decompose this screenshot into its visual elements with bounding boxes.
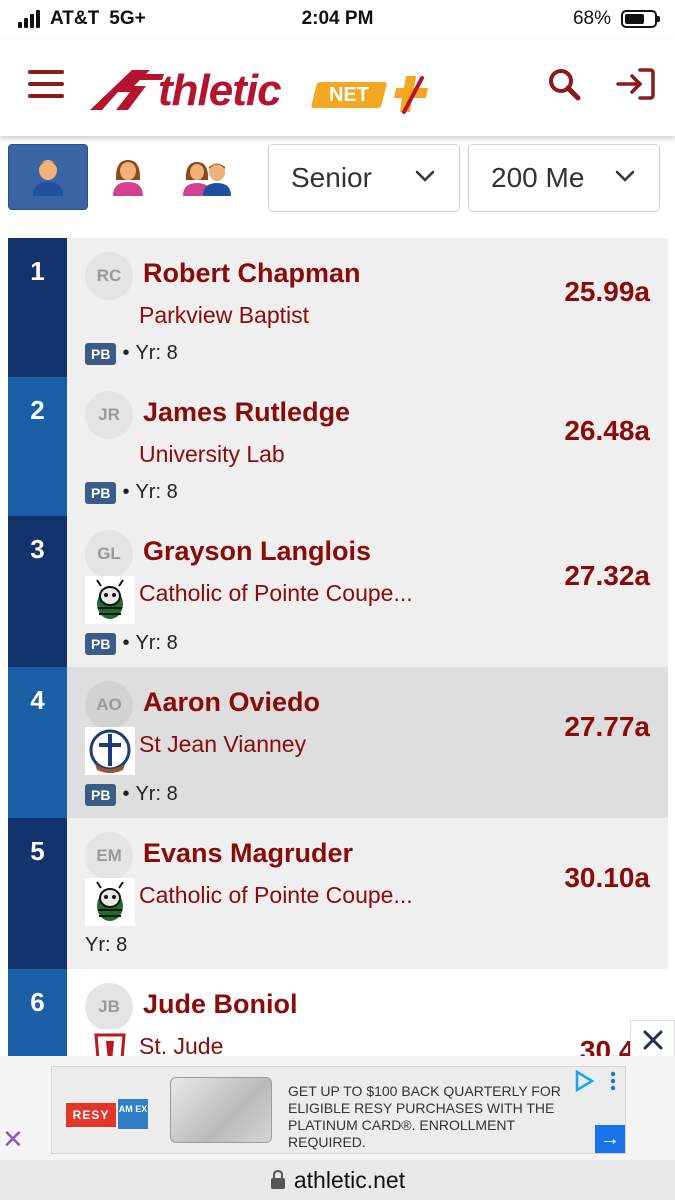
rank-number: 5 xyxy=(8,818,67,969)
grade-select[interactable]: Senior xyxy=(268,144,460,212)
result-row[interactable]: 2 JR James Rutledge University Lab PB • … xyxy=(8,377,668,516)
athlete-name[interactable]: Robert Chapman xyxy=(143,258,361,289)
rank-number: 1 xyxy=(8,238,67,377)
both-genders-icon xyxy=(183,162,231,196)
athlete-name[interactable]: Jude Boniol xyxy=(143,989,298,1020)
school-name[interactable]: Catholic of Pointe Coupe... xyxy=(139,580,413,607)
hamburger-icon[interactable] xyxy=(28,68,64,100)
site-header: thletic NET xyxy=(0,40,675,136)
ad-x-icon: ✕ xyxy=(2,1124,24,1154)
avatar: JR xyxy=(85,391,133,439)
result-row-highlighted[interactable]: 4 AO Aaron Oviedo St Jean Vianney PB • Y… xyxy=(8,667,668,818)
rank-number: 3 xyxy=(8,516,67,667)
athlete-name[interactable]: Grayson Langlois xyxy=(143,536,371,567)
event-select-value: 200 Me xyxy=(491,162,585,193)
ad-close-button[interactable] xyxy=(630,1020,675,1060)
logo-swoosh-icon xyxy=(90,70,164,110)
grade-select-value: Senior xyxy=(291,162,372,193)
rank-number: 2 xyxy=(8,377,67,516)
ad-arrow-icon[interactable]: → xyxy=(595,1125,625,1153)
athletic-net-logo[interactable]: thletic NET xyxy=(88,60,448,118)
avatar: RC xyxy=(85,252,133,300)
hornet-logo xyxy=(85,576,135,624)
result-mark[interactable]: 25.99a xyxy=(564,276,650,308)
female-filter-button[interactable] xyxy=(88,144,168,210)
lock-icon xyxy=(270,1170,285,1189)
grade-year: Yr: 8 xyxy=(135,632,178,654)
status-bar: AT&T 5G+ 2:04 PM 68% xyxy=(0,0,675,40)
avatar: AO xyxy=(85,681,133,729)
logo-plus-icon xyxy=(394,76,428,114)
result-mark[interactable]: 30.10a xyxy=(564,862,650,894)
school-name[interactable]: Parkview Baptist xyxy=(139,302,309,329)
chevron-down-icon xyxy=(615,170,635,182)
male-filter-button[interactable] xyxy=(8,144,88,210)
more-options-icon[interactable] xyxy=(604,1069,622,1093)
shield-logo xyxy=(85,1029,135,1059)
result-row[interactable]: 6 JB Jude Boniol St. Jude 30.44 xyxy=(8,969,668,1059)
athlete-name[interactable]: Aaron Oviedo xyxy=(143,687,320,718)
result-mark[interactable]: 27.32a xyxy=(564,560,650,592)
athlete-name[interactable]: Evans Magruder xyxy=(143,838,353,869)
sign-in-icon[interactable] xyxy=(614,66,656,102)
avatar: GL xyxy=(85,530,133,578)
cross-crest-logo xyxy=(85,727,135,775)
close-icon xyxy=(643,1030,662,1050)
url-bar[interactable]: athletic.net xyxy=(0,1160,675,1200)
result-row[interactable]: 5 EM Evans Magruder Catholic of Pointe C… xyxy=(8,818,668,969)
ad-copy: GET UP TO $100 BACK QUARTERLY FOR ELIGIB… xyxy=(288,1083,561,1150)
school-name[interactable]: University Lab xyxy=(139,441,285,468)
ad-banner[interactable]: RESY AM EX GET UP TO $100 BACK QUARTERLY… xyxy=(51,1066,626,1154)
result-row[interactable]: 1 RC Robert Chapman Parkview Baptist PB … xyxy=(8,238,668,377)
battery-icon xyxy=(621,10,660,28)
rank-number: 4 xyxy=(8,667,67,818)
gender-toggle xyxy=(8,144,248,210)
amex-logo: AM EX xyxy=(118,1099,148,1129)
grade-year: Yr: 8 xyxy=(135,342,178,364)
battery-percent: 68% xyxy=(572,8,611,29)
filter-bar: Senior 200 Me xyxy=(0,136,675,226)
platinum-card-image xyxy=(170,1077,272,1143)
chevron-down-icon xyxy=(415,170,435,182)
avatar: EM xyxy=(85,832,133,880)
hornet-logo xyxy=(85,878,135,926)
both-genders-filter-button[interactable] xyxy=(168,144,248,210)
pb-badge: PB xyxy=(85,342,117,365)
adchoices-icon[interactable] xyxy=(572,1069,596,1093)
search-icon[interactable] xyxy=(546,66,582,102)
grade-year: Yr: 8 xyxy=(85,934,128,956)
grade-year: Yr: 8 xyxy=(135,481,178,503)
school-name[interactable]: Catholic of Pointe Coupe... xyxy=(139,882,413,909)
ad-banner-area: RESY AM EX GET UP TO $100 BACK QUARTERLY… xyxy=(0,1056,675,1160)
results-list: 1 RC Robert Chapman Parkview Baptist PB … xyxy=(8,238,668,1059)
url-text: athletic.net xyxy=(293,1166,406,1193)
school-name[interactable]: St Jean Vianney xyxy=(139,731,306,758)
logo-word: thletic xyxy=(158,66,282,115)
result-mark[interactable]: 27.77a xyxy=(564,711,650,743)
resy-logo: RESY xyxy=(66,1103,116,1127)
pb-badge: PB xyxy=(85,632,117,655)
pb-badge: PB xyxy=(85,481,117,504)
logo-net-badge: NET xyxy=(310,82,388,108)
rank-number: 6 xyxy=(8,969,67,1059)
pb-badge: PB xyxy=(85,783,117,806)
app-screen: AT&T 5G+ 2:04 PM 68% thletic NET Senior … xyxy=(0,0,675,1200)
result-mark[interactable]: 26.48a xyxy=(564,415,650,447)
female-icon xyxy=(113,160,143,196)
grade-year: Yr: 8 xyxy=(135,783,178,805)
athlete-name[interactable]: James Rutledge xyxy=(143,397,350,428)
male-icon xyxy=(33,160,63,196)
event-select[interactable]: 200 Me xyxy=(468,144,660,212)
result-row[interactable]: 3 GL Grayson Langlois Catholic of Pointe… xyxy=(8,516,668,667)
avatar: JB xyxy=(85,983,133,1031)
